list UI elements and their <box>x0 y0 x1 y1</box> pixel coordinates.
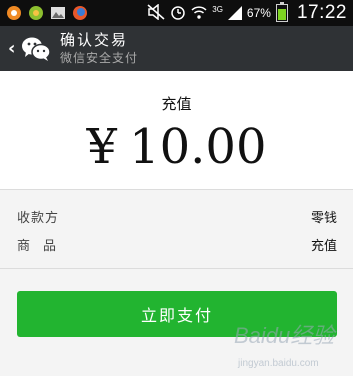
amount-display: ¥10.00 <box>0 119 353 175</box>
battery-percent: 67% <box>246 6 271 20</box>
wechat-icon[interactable] <box>20 33 52 65</box>
back-icon[interactable]: ‹ <box>8 38 18 59</box>
amount-value: 10.00 <box>129 119 267 175</box>
transaction-details: 收款方 零钱 商品 充值 <box>0 190 353 269</box>
watermark-url: jingyan.baidu.com <box>238 358 319 369</box>
detail-key: 收款方 <box>17 211 60 226</box>
detail-value: 充值 <box>310 239 337 254</box>
network-type: 3G <box>212 4 223 14</box>
wifi-icon <box>191 4 207 23</box>
app-icon-green <box>28 5 44 21</box>
amount-panel: 充值 ¥10.00 <box>0 71 353 190</box>
watermark-text: Baidu经验 <box>234 323 335 348</box>
watermark: Baidu经验 jingyan.baidu.com <box>234 318 349 374</box>
clock: 17:22 <box>296 2 347 23</box>
silent-icon <box>147 2 165 23</box>
page-subtitle: 微信安全支付 <box>60 51 139 65</box>
signal-icon <box>227 4 242 23</box>
currency-symbol: ¥ <box>86 119 118 175</box>
transaction-label: 充值 <box>161 95 192 113</box>
header-bar: ‹ 确认交易 微信安全支付 <box>0 26 353 71</box>
detail-key: 商品 <box>17 239 70 254</box>
status-bar: 3G 67% 17:22 <box>0 0 353 26</box>
page-title: 确认交易 <box>60 31 129 49</box>
detail-value: 零钱 <box>310 211 337 226</box>
system-icons: 3G 67% 17:22 <box>147 2 347 24</box>
detail-row-product: 商品 充值 <box>17 235 337 254</box>
notification-icons <box>6 5 88 21</box>
battery-icon <box>275 2 288 22</box>
app-icon-firefox <box>72 5 88 21</box>
detail-row-payee: 收款方 零钱 <box>17 207 337 226</box>
battery-level <box>277 9 286 20</box>
image-icon <box>50 5 66 21</box>
alarm-icon <box>170 4 186 23</box>
app-icon-orange <box>6 5 22 21</box>
header-titles: 确认交易 微信安全支付 <box>60 31 138 66</box>
